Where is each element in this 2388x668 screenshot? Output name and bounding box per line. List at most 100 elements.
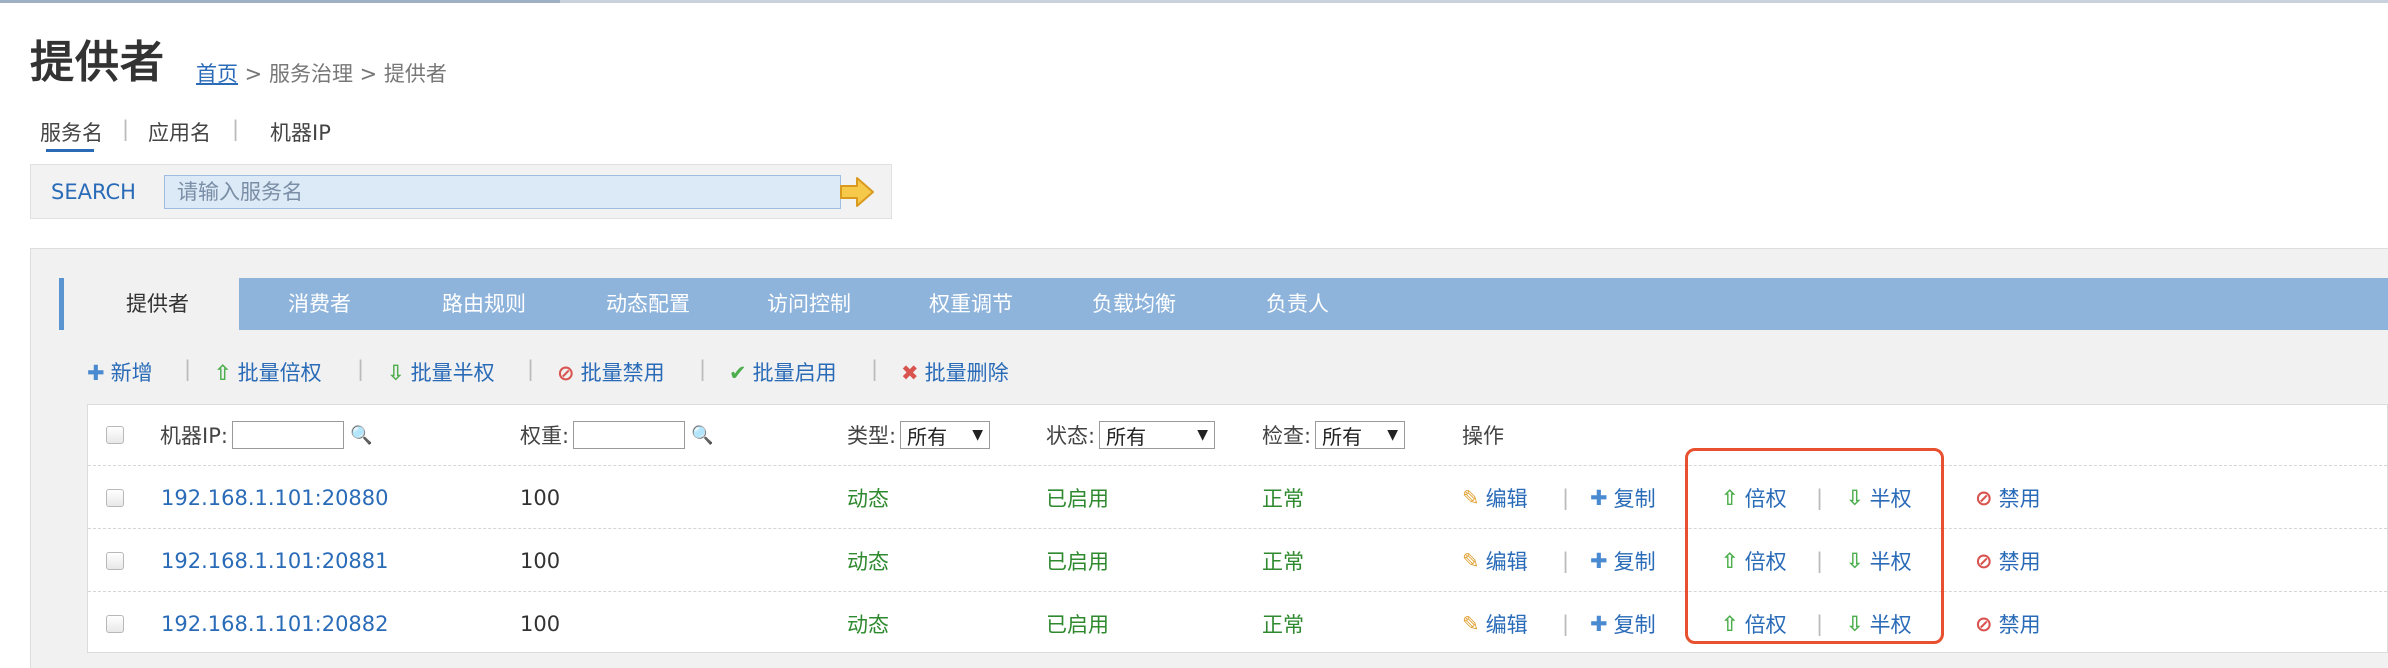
copy-button[interactable]: ✚ 复制 xyxy=(1590,529,1656,592)
x-icon: ✖ xyxy=(901,361,919,385)
search-submit-arrow-icon[interactable] xyxy=(837,174,877,210)
bulk-delete-button[interactable]: ✖ 批量删除 xyxy=(901,357,1009,387)
ip-link[interactable]: 192.168.1.101:20881 xyxy=(161,529,389,592)
type-cell: 动态 xyxy=(847,486,889,511)
disable-label: 禁用 xyxy=(1998,549,2041,574)
tab-weight[interactable]: 权重调节 xyxy=(929,278,1013,330)
search-tab-service[interactable]: 服务名 xyxy=(40,117,103,147)
ip-link[interactable]: 192.168.1.101:20882 xyxy=(161,592,389,655)
bulk-disable-button[interactable]: ⊘ 批量禁用 xyxy=(557,357,665,387)
separator: | xyxy=(699,357,707,381)
chevron-down-icon: ▼ xyxy=(972,427,984,443)
ban-icon: ⊘ xyxy=(1975,548,1993,573)
weight-header: 权重: 🔍 xyxy=(520,405,714,465)
status-filter-value: 所有 xyxy=(1106,424,1147,449)
weight-cell: 100 xyxy=(520,611,561,636)
copy-button[interactable]: ✚ 复制 xyxy=(1590,592,1656,655)
disable-button[interactable]: ⊘ 禁用 xyxy=(1975,592,2041,655)
bulk-double-label: 批量倍权 xyxy=(237,361,322,385)
disable-label: 禁用 xyxy=(1998,486,2041,511)
page-title: 提供者 xyxy=(30,37,165,88)
edit-button[interactable]: ✎ 编辑 xyxy=(1462,466,1528,529)
ban-icon: ⊘ xyxy=(1975,485,1993,510)
copy-label: 复制 xyxy=(1613,612,1656,637)
tab-routes[interactable]: 路由规则 xyxy=(442,278,526,330)
arrow-down-icon: ⇩ xyxy=(387,361,405,385)
check-filter-select[interactable]: 所有 ▼ xyxy=(1315,421,1406,449)
ban-icon: ⊘ xyxy=(1975,611,1993,636)
row-checkbox-cell xyxy=(106,529,124,592)
edit-button[interactable]: ✎ 编辑 xyxy=(1462,592,1528,655)
bulk-half-label: 批量半权 xyxy=(410,361,495,385)
edit-button[interactable]: ✎ 编辑 xyxy=(1462,529,1528,592)
tab-load-balance[interactable]: 负载均衡 xyxy=(1092,278,1176,330)
bulk-enable-button[interactable]: ✔ 批量启用 xyxy=(729,357,837,387)
row-checkbox-cell xyxy=(106,592,124,655)
add-button[interactable]: ✚ 新增 xyxy=(87,357,153,387)
copy-button[interactable]: ✚ 复制 xyxy=(1590,466,1656,529)
tab-access-control[interactable]: 访问控制 xyxy=(767,278,851,330)
tab-providers[interactable]: 提供者 xyxy=(59,278,239,330)
check-cell: 正常 xyxy=(1262,486,1304,511)
copy-label: 复制 xyxy=(1613,549,1656,574)
search-icon[interactable]: 🔍 xyxy=(691,425,713,446)
search-label: SEARCH xyxy=(51,180,136,204)
pencil-icon: ✎ xyxy=(1462,485,1480,510)
bulk-double-weight-button[interactable]: ⇧ 批量倍权 xyxy=(214,357,322,387)
separator: | xyxy=(1562,611,1570,636)
check-header: 检查: 所有 ▼ xyxy=(1262,405,1406,465)
row-checkbox-cell xyxy=(106,466,124,529)
status-cell: 已启用 xyxy=(1046,549,1109,574)
plus-icon: ✚ xyxy=(1590,611,1608,636)
search-tab-ip[interactable]: 机器IP xyxy=(270,117,331,147)
ban-icon: ⊘ xyxy=(557,361,575,385)
pencil-icon: ✎ xyxy=(1462,611,1480,636)
ops-header: 操作 xyxy=(1462,424,1504,448)
ip-header: 机器IP: 🔍 xyxy=(160,405,372,465)
select-all-checkbox[interactable] xyxy=(106,426,124,444)
chevron-down-icon: ▼ xyxy=(1197,427,1209,443)
type-filter-select[interactable]: 所有 ▼ xyxy=(900,421,991,449)
check-filter-value: 所有 xyxy=(1322,424,1363,449)
breadcrumb-home-link[interactable]: 首页 xyxy=(196,62,238,86)
separator: | xyxy=(357,357,365,381)
disable-label: 禁用 xyxy=(1998,612,2041,637)
weight-cell: 100 xyxy=(520,485,561,510)
check-header-label: 检查: xyxy=(1262,424,1312,448)
weight-filter-input[interactable] xyxy=(573,421,686,449)
tab-owners[interactable]: 负责人 xyxy=(1266,278,1329,330)
ip-link[interactable]: 192.168.1.101:20880 xyxy=(161,466,389,529)
search-input[interactable] xyxy=(164,175,841,209)
disable-button[interactable]: ⊘ 禁用 xyxy=(1975,529,2041,592)
row-checkbox[interactable] xyxy=(106,614,124,633)
tab-dynamic-config[interactable]: 动态配置 xyxy=(606,278,690,330)
search-tab-app[interactable]: 应用名 xyxy=(148,117,211,147)
status-cell: 已启用 xyxy=(1046,486,1109,511)
status-filter-select[interactable]: 所有 ▼ xyxy=(1099,421,1216,449)
top-strip-segment xyxy=(0,0,560,3)
providers-table: 机器IP: 🔍 权重: 🔍 类型: 所有 ▼ 状态: 所有 ▼ 检查: 所有 ▼ 操作… xyxy=(87,404,2388,653)
separator: | xyxy=(1562,485,1570,510)
status-header-label: 状态: xyxy=(1046,424,1096,448)
bulk-delete-label: 批量删除 xyxy=(924,361,1009,385)
check-cell: 正常 xyxy=(1262,612,1304,637)
plus-icon: ✚ xyxy=(1590,485,1608,510)
row-checkbox[interactable] xyxy=(106,488,124,507)
ip-filter-input[interactable] xyxy=(231,421,344,449)
search-tab-separator: | xyxy=(232,117,240,141)
plus-icon: ✚ xyxy=(87,361,105,385)
plus-icon: ✚ xyxy=(1590,548,1608,573)
type-cell: 动态 xyxy=(847,549,889,574)
row-checkbox[interactable] xyxy=(106,551,124,570)
search-icon[interactable]: 🔍 xyxy=(350,425,372,446)
disable-button[interactable]: ⊘ 禁用 xyxy=(1975,466,2041,529)
type-header-label: 类型: xyxy=(847,424,897,448)
type-cell: 动态 xyxy=(847,612,889,637)
copy-label: 复制 xyxy=(1613,486,1656,511)
add-label: 新增 xyxy=(110,361,153,385)
highlight-annotation-box xyxy=(1685,448,1944,644)
bulk-half-weight-button[interactable]: ⇩ 批量半权 xyxy=(387,357,495,387)
tab-consumers[interactable]: 消费者 xyxy=(288,278,351,330)
table-row: 192.168.1.101:20882 100 动态 已启用 正常 ✎ 编辑 | … xyxy=(88,591,2387,655)
bulk-disable-label: 批量禁用 xyxy=(580,361,665,385)
